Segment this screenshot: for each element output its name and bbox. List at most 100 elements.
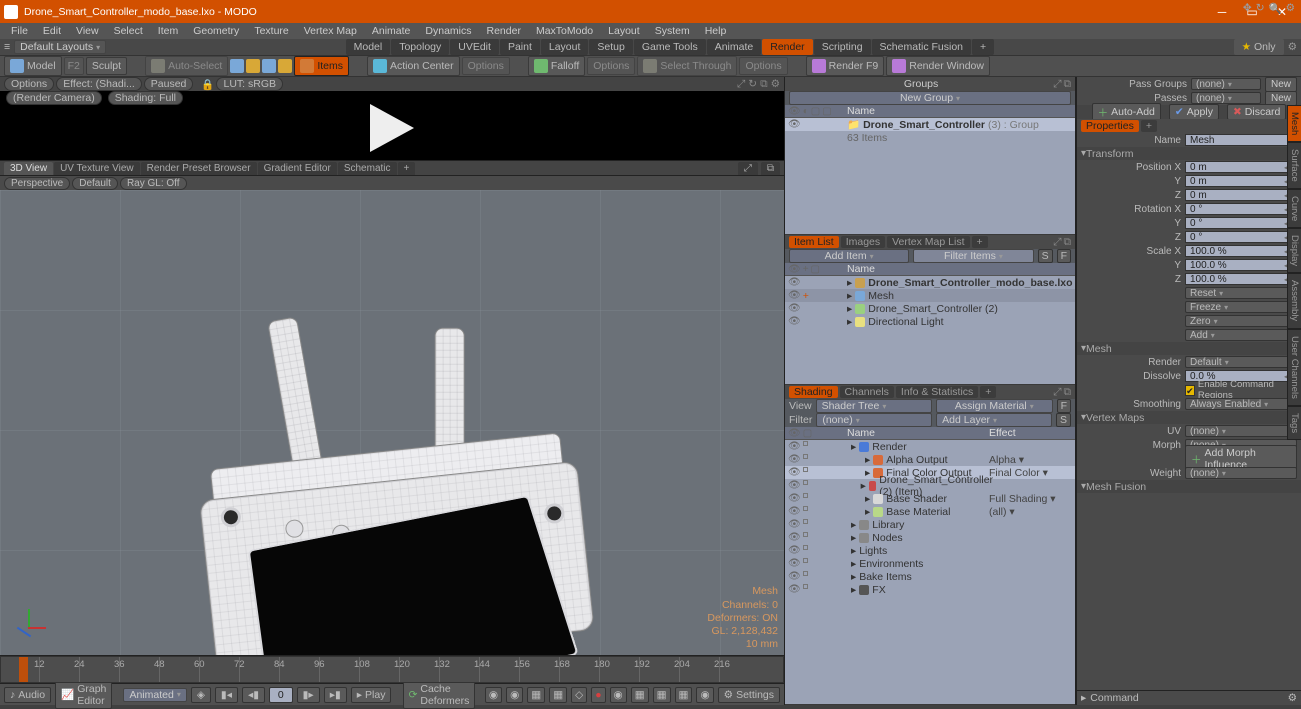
effect-header[interactable]: Effect [989, 427, 1075, 439]
expand-icon[interactable]: ⤢ [737, 78, 745, 91]
name-header[interactable]: Name [843, 263, 1075, 275]
options-button-1[interactable]: Options [462, 57, 510, 75]
menu-select[interactable]: Select [107, 24, 150, 38]
vertex-maps-section[interactable]: ▾ Vertex Maps [1077, 411, 1301, 424]
playhead[interactable] [19, 657, 28, 682]
preview-paused[interactable]: Paused [144, 77, 194, 91]
cache-deformers-button[interactable]: ⟳Cache Deformers [403, 681, 476, 709]
tab-+[interactable]: + [980, 386, 996, 398]
shading-row[interactable]: 👁▸ Library [785, 518, 1075, 531]
rot-y-field[interactable]: 0 ° [1185, 217, 1297, 229]
menu-file[interactable]: File [4, 24, 35, 38]
expand-icon[interactable]: ⤢ [1053, 386, 1061, 399]
add-dropdown[interactable]: Add [1185, 329, 1297, 341]
vtab-tags[interactable]: Tags [1287, 406, 1301, 440]
passes-dropdown[interactable]: (none) [1191, 92, 1261, 104]
select-through-button[interactable]: Select Through [637, 56, 737, 76]
popout-icon[interactable]: ⧉ [1064, 78, 1072, 91]
passgroups-dropdown[interactable]: (none) [1191, 78, 1261, 90]
animated-dropdown[interactable]: Animated [123, 688, 186, 702]
menu-render[interactable]: Render [480, 24, 528, 38]
falloff-button[interactable]: Falloff [528, 56, 585, 76]
assign-material-button[interactable]: Assign Material [936, 399, 1053, 413]
shading-row[interactable]: 👁▸ Drone_Smart_Controller (2) (Item) [785, 479, 1075, 492]
first-frame-button[interactable]: ▮◂ [215, 687, 238, 703]
panel-icon[interactable]: ⤢ [738, 162, 758, 175]
discard-button[interactable]: ✖Discard [1227, 104, 1286, 120]
chevron-right-icon[interactable]: ▸ [1081, 692, 1086, 704]
freeze-dropdown[interactable]: Freeze [1185, 301, 1297, 313]
view-tab-gradient-editor[interactable]: Gradient Editor [258, 162, 337, 175]
gear-icon[interactable]: ⚙ [1288, 41, 1297, 53]
tool-button[interactable]: ▦ [675, 687, 693, 703]
minimize-button[interactable]: ─ [1207, 5, 1237, 19]
vtab-mesh[interactable]: Mesh [1287, 105, 1301, 142]
tool-button[interactable]: ◉ [610, 687, 627, 703]
scale-x-field[interactable]: 100.0 % [1185, 245, 1297, 257]
gear-icon[interactable]: ⚙ [1288, 692, 1297, 704]
pos-y-field[interactable]: 0 m [1185, 175, 1297, 187]
shading-row[interactable]: 👁▸ Alpha OutputAlpha ▾ [785, 453, 1075, 466]
view-tab-uv-texture-view[interactable]: UV Texture View [54, 162, 140, 175]
mesh-object[interactable] [182, 301, 607, 655]
name-header[interactable]: Name [843, 105, 1075, 117]
options-button-3[interactable]: Options [739, 57, 787, 75]
view-tab-schematic[interactable]: Schematic [338, 162, 397, 175]
audio-button[interactable]: ♪Audio [4, 687, 51, 703]
tab-channels[interactable]: Channels [840, 386, 894, 398]
mesh-fusion-section[interactable]: ▾ Mesh Fusion [1077, 480, 1301, 493]
axis-gizmo[interactable] [10, 609, 46, 645]
play-button[interactable]: ▸Play [351, 687, 392, 703]
prev-key-button[interactable]: ◂▮ [242, 687, 265, 703]
add-item-dropdown[interactable]: Add Item [789, 249, 909, 263]
group-row[interactable]: 👁📁Drone_Smart_Controller (3) : Group [785, 118, 1075, 131]
layout-tab-topology[interactable]: Topology [391, 39, 449, 55]
view-tab-3d-view[interactable]: 3D View [4, 162, 53, 175]
transform-section[interactable]: ▾ Transform [1077, 147, 1301, 160]
only-toggle[interactable]: ★ Only [1234, 39, 1284, 55]
menu-dynamics[interactable]: Dynamics [418, 24, 478, 38]
menu-edit[interactable]: Edit [36, 24, 68, 38]
shading-row[interactable]: 👁▸ Render [785, 440, 1075, 453]
popout-icon[interactable]: ⧉ [1064, 236, 1072, 249]
hamburger-icon[interactable]: ≡ [4, 41, 10, 53]
lock-icon[interactable]: 🔒 [201, 78, 214, 91]
shading-row[interactable]: 👁▸ Base ShaderFull Shading ▾ [785, 492, 1075, 505]
rotate-icon[interactable]: ↻ [1256, 2, 1265, 15]
sculpt-button[interactable]: Sculpt [86, 57, 127, 75]
tool-button[interactable]: ◇ [571, 687, 587, 703]
menu-layout[interactable]: Layout [601, 24, 647, 38]
mesh-section[interactable]: ▾ Mesh [1077, 342, 1301, 355]
name-field[interactable]: Mesh [1185, 134, 1297, 146]
zoom-icon[interactable]: 🔍 [1269, 2, 1282, 15]
item-row[interactable]: 👁▸ Drone_Smart_Controller_modo_base.lxo [785, 276, 1075, 289]
graph-editor-button[interactable]: 📈Graph Editor [55, 681, 112, 709]
settings-button[interactable]: ⚙Settings [718, 687, 780, 703]
timeline[interactable]: 1224364860728496108120132144156168180192… [0, 655, 784, 683]
action-center-button[interactable]: Action Center [367, 56, 460, 76]
layout-tab-schematic-fusion[interactable]: Schematic Fusion [872, 39, 971, 55]
scale-y-field[interactable]: 100.0 % [1185, 259, 1297, 271]
render-window-button[interactable]: Render Window [886, 56, 990, 76]
f-button[interactable]: F [1057, 249, 1071, 263]
new-button[interactable]: New [1265, 77, 1297, 92]
shading-row[interactable]: 👁▸ Environments [785, 557, 1075, 570]
menu-maxtomodo[interactable]: MaxToModo [529, 24, 600, 38]
view-tab-+[interactable]: + [398, 162, 416, 175]
tab-info---statistics[interactable]: Info & Statistics [896, 386, 978, 398]
perspective-dropdown[interactable]: Perspective [4, 177, 70, 190]
tab-item-list[interactable]: Item List [789, 236, 839, 248]
vtab-surface[interactable]: Surface [1287, 142, 1301, 189]
menu-view[interactable]: View [69, 24, 106, 38]
tool-button[interactable]: ◉ [506, 687, 523, 703]
tool-button[interactable]: ◉ [485, 687, 502, 703]
pos-z-field[interactable]: 0 m [1185, 189, 1297, 201]
preview-lut[interactable]: LUT: sRGB [216, 77, 283, 91]
tab-shading[interactable]: Shading [789, 386, 838, 398]
reset-dropdown[interactable]: Reset [1185, 287, 1297, 299]
shading-row[interactable]: 👁▸ Lights [785, 544, 1075, 557]
s-button[interactable]: S [1056, 413, 1071, 427]
add-layer-dropdown[interactable]: Add Layer [936, 413, 1052, 427]
menu-system[interactable]: System [648, 24, 697, 38]
model-button[interactable]: Model [4, 56, 62, 76]
